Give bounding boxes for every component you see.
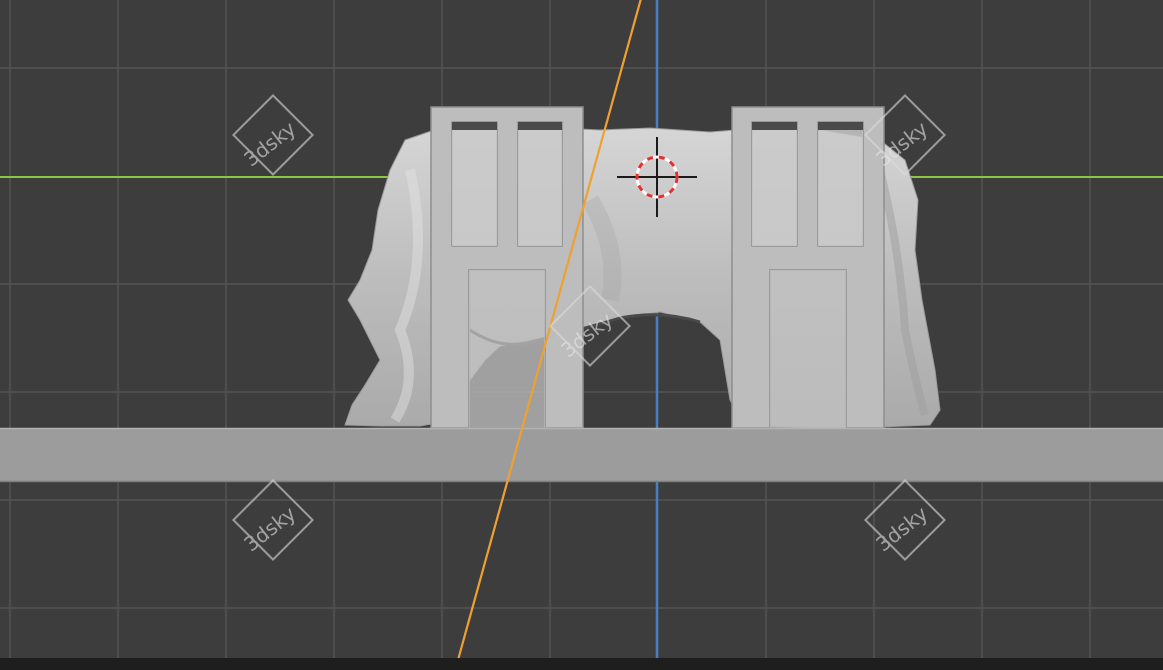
status-bar <box>0 658 1163 670</box>
viewport-canvas[interactable]: 3dsky 3dsky3dsky3dsky 3dsky <box>0 0 1163 670</box>
platform-slab[interactable] <box>0 427 1163 483</box>
left-frame[interactable] <box>430 106 584 429</box>
right-frame[interactable] <box>731 106 885 429</box>
3d-viewport[interactable]: 3dsky 3dsky 3dsky 3dsky 3dsky <box>0 0 1163 670</box>
